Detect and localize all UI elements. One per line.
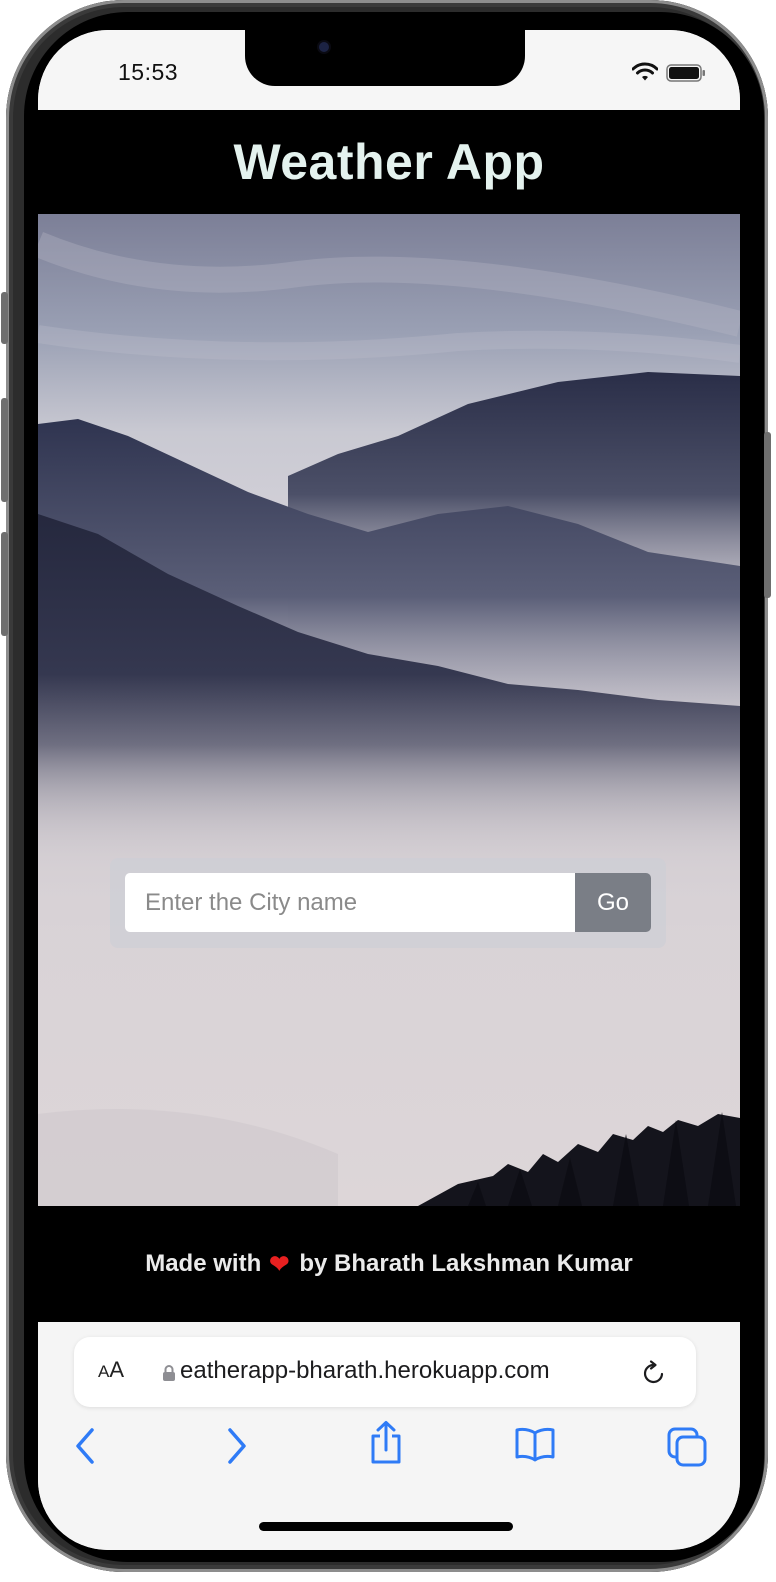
camera-icon bbox=[319, 42, 329, 52]
wifi-icon bbox=[632, 62, 658, 81]
forward-chevron-icon[interactable] bbox=[222, 1426, 250, 1466]
aa-large-label: A bbox=[109, 1357, 125, 1382]
reader-aa-button[interactable]: AA bbox=[98, 1357, 124, 1383]
volume-down-button bbox=[1, 532, 8, 636]
footer: Made with ❤ by Bharath Lakshman Kumar bbox=[38, 1206, 740, 1322]
status-time: 15:53 bbox=[118, 59, 179, 85]
city-search-input[interactable] bbox=[125, 873, 575, 932]
reload-icon[interactable] bbox=[640, 1359, 668, 1387]
screen: 15:53 Weather App Enter the City name Go… bbox=[38, 30, 740, 1550]
power-button bbox=[764, 432, 771, 598]
search-box: Go bbox=[110, 858, 666, 948]
footer-text-before: Made with bbox=[145, 1250, 262, 1277]
volume-up-button bbox=[1, 398, 8, 502]
bookmarks-icon[interactable] bbox=[514, 1426, 556, 1462]
url-text: eatherapp-bharath.herokuapp.com bbox=[180, 1357, 550, 1384]
misty-mountains-image bbox=[38, 214, 740, 1206]
go-button[interactable]: Go bbox=[575, 873, 651, 932]
status-bar: 15:53 bbox=[38, 30, 740, 110]
footer-author: by Bharath Lakshman Kumar bbox=[299, 1250, 633, 1277]
tabs-icon[interactable] bbox=[666, 1426, 708, 1468]
background-image: Go bbox=[38, 214, 740, 1206]
share-icon[interactable] bbox=[368, 1420, 404, 1466]
safari-browser-bar: AA eatherapp-bharath.herokuapp.com bbox=[38, 1322, 740, 1550]
url-bar[interactable]: AA eatherapp-bharath.herokuapp.com bbox=[74, 1337, 696, 1407]
battery-icon bbox=[666, 64, 705, 82]
app-title: Weather App bbox=[233, 134, 545, 190]
aa-small-label: A bbox=[98, 1362, 110, 1381]
mute-switch bbox=[1, 292, 8, 344]
back-chevron-icon[interactable] bbox=[72, 1426, 100, 1466]
app-header: Weather App bbox=[38, 110, 740, 214]
notch bbox=[245, 30, 525, 86]
lock-icon bbox=[163, 1365, 175, 1381]
footer-credit: Made with ❤ by Bharath Lakshman Kumar bbox=[145, 1250, 633, 1279]
home-indicator[interactable] bbox=[259, 1522, 513, 1531]
heart-icon: ❤ bbox=[269, 1250, 290, 1278]
